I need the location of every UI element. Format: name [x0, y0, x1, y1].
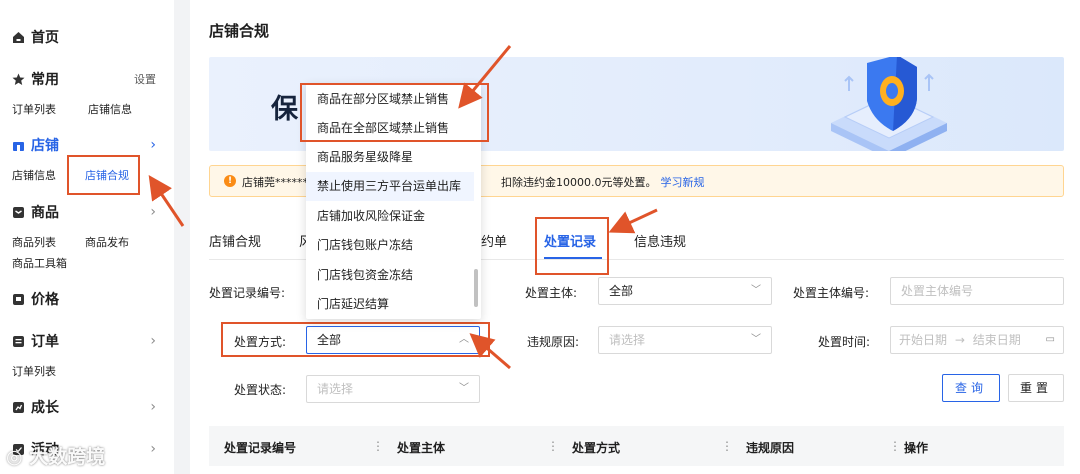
record-no-label: 处置记录编号:: [209, 286, 286, 300]
nav-home[interactable]: 首页: [12, 27, 156, 47]
time-label: 处置时间:: [818, 335, 871, 349]
nav-goods-toolbox[interactable]: 商品工具箱: [12, 255, 67, 271]
nav-orders-list[interactable]: 订单列表: [12, 363, 56, 379]
chevron-right-icon: ›: [150, 399, 156, 415]
watermark-text: 大数跨境: [29, 446, 106, 468]
end-date: 结束日期: [972, 333, 1021, 347]
watermark-logo-icon: ◎: [6, 446, 23, 468]
dropdown-scrollbar[interactable]: [474, 269, 478, 307]
nav-common-order-list[interactable]: 订单列表: [12, 101, 56, 117]
watermark: ◎ 大数跨境: [6, 442, 105, 469]
status-label: 处置状态:: [234, 383, 287, 397]
subject-no-label: 处置主体编号:: [793, 286, 870, 300]
dropdown-option[interactable]: 商品服务星级降星: [306, 143, 474, 172]
th-subject: 处置主体: [397, 441, 446, 455]
shield-illustration-icon: [831, 57, 947, 151]
tab-contract[interactable]: 约单: [481, 231, 507, 250]
subject-value: 全部: [609, 284, 634, 298]
nav-orders-label: 订单: [31, 334, 59, 350]
settings-link[interactable]: 设置: [134, 71, 156, 87]
price-icon: [12, 293, 25, 306]
tab-store-compliance[interactable]: 店铺合规: [209, 231, 261, 250]
chevron-down-icon: ﹀: [459, 383, 469, 394]
nav-growth[interactable]: 成长 ›: [12, 397, 156, 417]
reason-label: 违规原因:: [527, 335, 580, 349]
store-icon: [12, 139, 25, 152]
column-resize-icon[interactable]: ⋮: [372, 439, 384, 453]
status-placeholder: 请选择: [317, 382, 354, 396]
date-range-picker[interactable]: 开始日期 → 结束日期 ▭: [890, 326, 1064, 354]
th-record-no: 处置记录编号: [224, 441, 297, 455]
start-date: 开始日期: [899, 333, 948, 347]
nav-goods-list[interactable]: 商品列表: [12, 234, 56, 250]
reason-placeholder: 请选择: [609, 333, 646, 347]
notice-prefix: 店铺莞******: [242, 176, 308, 189]
chevron-right-icon: ›: [150, 137, 156, 153]
nav-common-label: 常用: [31, 72, 59, 88]
nav-home-label: 首页: [31, 30, 59, 46]
highlight-box-method: [221, 322, 490, 357]
chevron-down-icon: ﹀: [751, 285, 761, 296]
notice-link[interactable]: 学习新规: [661, 176, 705, 189]
nav-price[interactable]: 价格: [12, 289, 156, 309]
dropdown-option[interactable]: 门店延迟结算: [306, 290, 474, 319]
sidebar: 首页 常用 设置 订单列表 店铺信息 店铺 › 店铺信息 店铺合规 商品 › 商…: [0, 0, 174, 474]
star-icon: [12, 73, 25, 86]
dropdown-option[interactable]: 门店钱包资金冻结: [306, 261, 474, 290]
nav-goods[interactable]: 商品 ›: [12, 202, 156, 222]
nav-store-label: 店铺: [31, 138, 59, 154]
nav-common-store-info[interactable]: 店铺信息: [88, 101, 132, 117]
nav-goods-publish[interactable]: 商品发布: [85, 234, 129, 250]
reset-button[interactable]: 重置: [1008, 374, 1064, 402]
subject-select[interactable]: 全部 ﹀: [598, 277, 772, 305]
column-resize-icon[interactable]: ⋮: [547, 439, 559, 453]
home-icon: [12, 31, 25, 44]
subject-no-input[interactable]: 处置主体编号: [890, 277, 1064, 305]
notice-suffix-wrap: 扣除违约金10000.0元等处置。 学习新规: [501, 174, 705, 190]
nav-orders[interactable]: 订单 ›: [12, 331, 156, 351]
subject-no-placeholder: 处置主体编号: [901, 284, 974, 298]
nav-store[interactable]: 店铺 ›: [12, 135, 156, 155]
page-title: 店铺合规: [209, 22, 270, 40]
th-actions: 操作: [904, 441, 929, 455]
calendar-icon: ▭: [1045, 334, 1055, 345]
arrow-right-icon: →: [954, 333, 965, 347]
column-resize-icon[interactable]: ⋮: [721, 439, 733, 453]
goods-icon: [12, 206, 25, 219]
query-button[interactable]: 查询: [942, 374, 1000, 402]
highlight-box-options: [300, 83, 489, 142]
tab-info-violation[interactable]: 信息违规: [634, 231, 686, 250]
dropdown-option[interactable]: 禁止使用三方平台运单出库: [306, 172, 474, 201]
highlight-box-store-compliance: [67, 155, 140, 195]
nav-price-label: 价格: [31, 292, 59, 308]
table-header: 处置记录编号 ⋮ 处置主体 ⋮ 处置方式 ⋮ 违规原因 ⋮ 操作: [209, 426, 1064, 466]
subject-label: 处置主体:: [525, 286, 578, 300]
warning-icon: !: [224, 175, 236, 187]
nav-growth-label: 成长: [31, 400, 59, 416]
th-method: 处置方式: [572, 441, 621, 455]
notice-suffix: 扣除违约金10000.0元等处置。: [501, 176, 657, 189]
th-reason: 违规原因: [746, 441, 795, 455]
nav-store-info[interactable]: 店铺信息: [12, 167, 56, 183]
chevron-down-icon: ﹀: [751, 334, 761, 345]
dropdown-option[interactable]: 店铺加收风险保证金: [306, 202, 474, 231]
highlight-box-tab: [535, 217, 609, 275]
nav-goods-label: 商品: [31, 205, 59, 221]
chevron-right-icon: ›: [150, 333, 156, 349]
status-select[interactable]: 请选择 ﹀: [306, 375, 480, 403]
order-icon: [12, 335, 25, 348]
growth-icon: [12, 401, 25, 414]
column-resize-icon[interactable]: ⋮: [889, 439, 901, 453]
chevron-right-icon: ›: [150, 441, 156, 457]
nav-common[interactable]: 常用 设置: [12, 69, 156, 89]
dropdown-option[interactable]: 门店钱包账户冻结: [306, 231, 474, 260]
reason-select[interactable]: 请选择 ﹀: [598, 326, 772, 354]
chevron-right-icon: ›: [150, 204, 156, 220]
